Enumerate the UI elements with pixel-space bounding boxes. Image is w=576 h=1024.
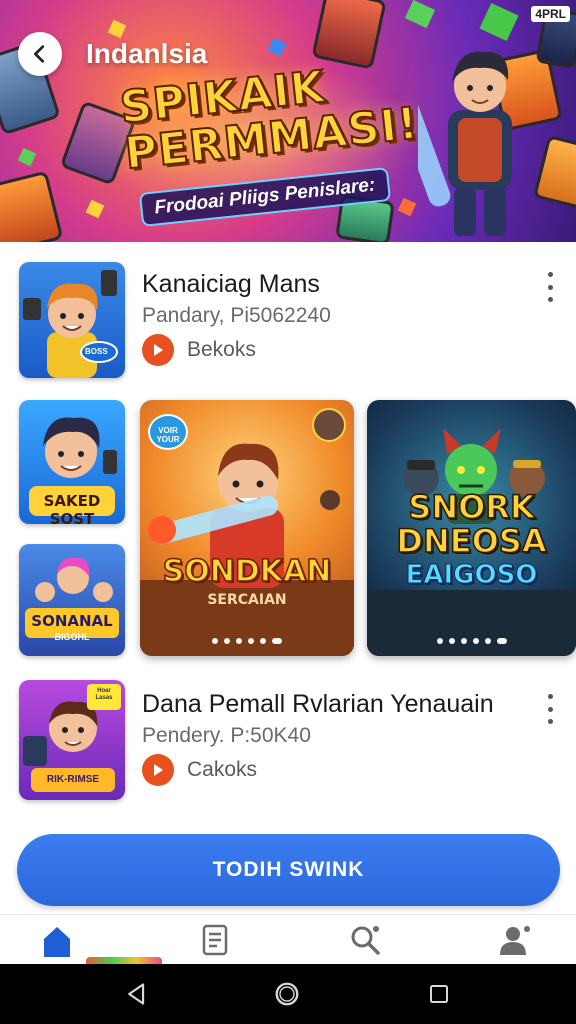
promo-title: SONDKAN	[162, 553, 332, 590]
promo-subtitle: SERCAIAN	[207, 592, 287, 608]
thumb-flag: Hoar Lasas	[95, 688, 113, 701]
system-home-button[interactable]	[272, 979, 302, 1009]
nav-profile[interactable]	[490, 923, 540, 965]
system-back-button[interactable]	[122, 979, 152, 1009]
document-icon	[202, 924, 228, 956]
play-button[interactable]	[142, 334, 174, 366]
thumb-badge: BOSS	[85, 347, 108, 356]
more-options-icon[interactable]	[540, 272, 560, 302]
sparkle-cube	[17, 147, 37, 167]
featured-game-card[interactable]: VOIR YOUR SONDKAN SERCAIAN	[140, 400, 354, 656]
flying-card	[0, 170, 64, 242]
nav-home[interactable]	[32, 923, 82, 965]
sparkle-cube	[397, 197, 417, 217]
tile-label: SONANAL	[31, 612, 113, 630]
home-circle-icon	[275, 982, 299, 1006]
promo-badge: VOIR YOUR	[148, 414, 188, 450]
list-item[interactable]: Hoar Lasas RIK-RIMSE Dana Pemall Rvlaria…	[0, 676, 576, 806]
back-triangle-icon	[128, 983, 145, 1005]
small-game-tile-top[interactable]: SAKED SOST	[19, 400, 125, 524]
nav-search[interactable]	[340, 923, 390, 965]
promo-title-line-1: SNORK	[408, 487, 536, 527]
small-game-tile-bottom[interactable]: SONANAL BIGOHL	[19, 544, 125, 656]
sparkle-cube	[479, 2, 519, 42]
item-tag: Bekoks	[187, 338, 256, 361]
search-icon	[351, 926, 380, 955]
boy-character-illustration	[23, 270, 118, 378]
promo-title-line-2: DNEOSA	[396, 521, 548, 561]
page-title: Indanlsia	[86, 38, 208, 69]
play-button[interactable]	[142, 754, 174, 786]
pagination-dots[interactable]	[140, 638, 354, 644]
promo-title-line-3: EAIGOSO	[405, 560, 538, 591]
app-thumbnail[interactable]: BOSS	[19, 262, 125, 378]
nav-documents[interactable]	[190, 923, 240, 965]
app-screen: Indanlsia 4PRL SPIKAIK PERMMASI! Frodoai…	[0, 0, 576, 1024]
list-item[interactable]: BOSS Kanaiciag Mans Pandary, Pi5062240 B…	[0, 258, 576, 386]
sparkle-cube	[404, 0, 436, 29]
bottom-navigation	[0, 914, 576, 965]
play-icon	[154, 764, 163, 776]
sparkle-cube	[85, 199, 105, 219]
item-tag: Cakoks	[187, 758, 258, 781]
tile-label: SAKED SOST	[43, 492, 101, 524]
home-icon	[44, 927, 70, 957]
avatar	[312, 408, 346, 442]
item-title[interactable]: Dana Pemall Rvlarian Yenauain	[142, 690, 494, 719]
corner-badge: 4PRL	[531, 6, 570, 22]
chevron-left-icon	[34, 45, 45, 63]
pagination-dots[interactable]	[367, 638, 576, 644]
app-thumbnail[interactable]: Hoar Lasas RIK-RIMSE	[19, 680, 125, 800]
tile-sublabel: BIGOHL	[54, 632, 90, 642]
recents-square-icon	[430, 985, 448, 1003]
system-recents-button[interactable]	[424, 979, 454, 1009]
primary-cta-button[interactable]: TODIH SWINK	[17, 834, 560, 906]
sparkle-cube	[267, 37, 287, 57]
sparkle-cube	[107, 19, 127, 39]
thumb-banner: RIK-RIMSE	[46, 774, 100, 785]
hero-character-illustration	[418, 51, 512, 236]
profile-icon	[500, 926, 530, 955]
system-navigation-bar	[0, 964, 576, 1024]
carousel-row: SAKED SOST SONANAL BIGOHL VOIR YOUR SOND…	[0, 398, 576, 660]
item-title[interactable]: Kanaiciag Mans	[142, 270, 320, 299]
play-icon	[154, 344, 163, 356]
item-subtitle: Pendery. P:50K40	[142, 724, 311, 747]
hero-banner[interactable]: Indanlsia 4PRL SPIKAIK PERMMASI! Frodoai…	[0, 0, 576, 242]
back-button[interactable]	[18, 32, 62, 76]
item-subtitle: Pandary, Pi5062240	[142, 304, 331, 327]
more-options-icon[interactable]	[540, 694, 560, 724]
featured-game-card[interactable]: SNORK DNEOSA EAIGOSO	[367, 400, 576, 656]
